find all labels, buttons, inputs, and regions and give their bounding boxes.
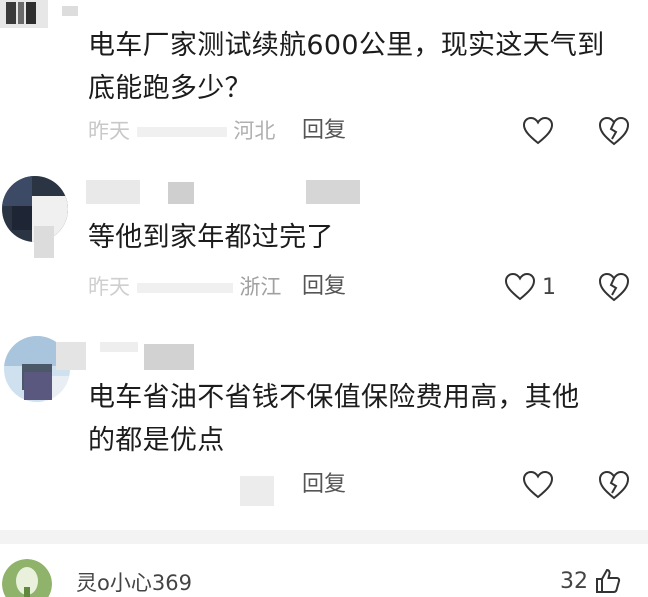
meta-blurred xyxy=(240,476,274,506)
comment-username[interactable]: 灵o小心369 xyxy=(76,567,192,597)
username-blurred xyxy=(144,344,194,370)
section-divider xyxy=(0,530,648,544)
comment-item-3: 电车省油不省钱不保值保险费用高，其他 的都是优点 回复 xyxy=(0,0,648,530)
username-blurred xyxy=(56,342,86,370)
comment-text-line: 的都是优点 xyxy=(88,425,225,456)
thumbs-up-icon xyxy=(596,568,621,593)
username-blurred xyxy=(24,372,52,400)
like-count: 32 xyxy=(560,568,588,594)
avatar[interactable] xyxy=(2,559,52,597)
like-button[interactable] xyxy=(522,469,554,501)
username-blurred xyxy=(100,342,138,352)
heart-outline-icon xyxy=(522,470,554,499)
like-button[interactable]: 32 xyxy=(560,567,622,595)
comment-text: 电车省油不省钱不保值保险费用高，其他 的都是优点 xyxy=(88,376,579,462)
dislike-button[interactable] xyxy=(597,469,631,501)
broken-heart-icon xyxy=(598,470,630,500)
reply-button[interactable]: 回复 xyxy=(302,470,346,500)
comment-item-4: 灵o小心369 32 xyxy=(0,545,648,597)
comment-text-line: 电车省油不省钱不保值保险费用高，其他 xyxy=(88,382,580,413)
